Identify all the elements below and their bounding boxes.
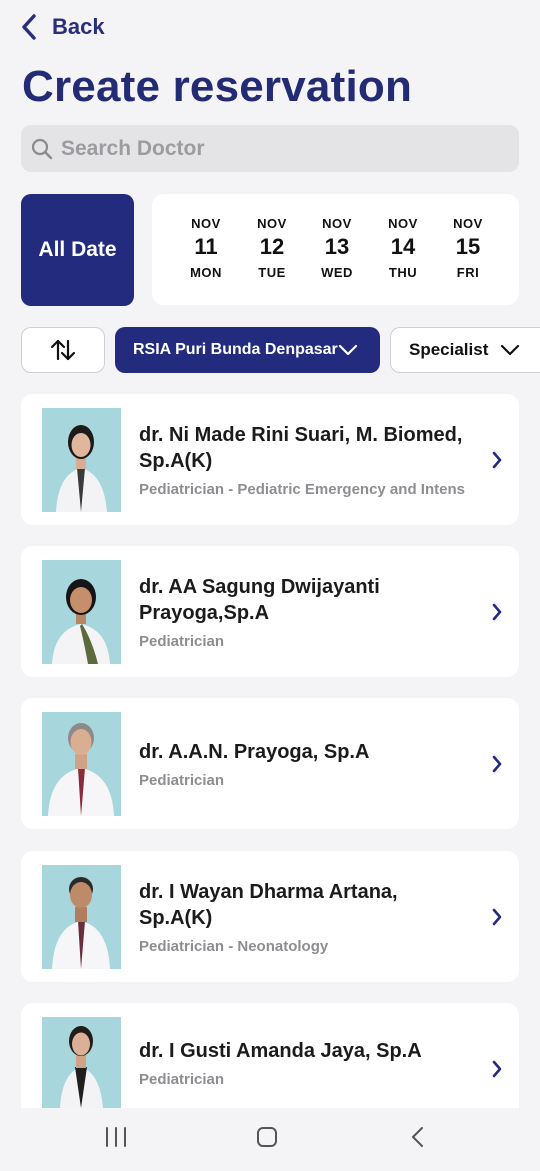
chevron-down-icon	[500, 344, 520, 356]
doctor-photo	[42, 865, 121, 969]
system-nav-bar	[0, 1108, 540, 1171]
chevron-right-icon	[492, 603, 502, 621]
doctor-card[interactable]: dr. I Gusti Amanda Jaya, Sp.A Pediatrici…	[21, 1003, 519, 1108]
doctor-name: dr. Ni Made Rini Suari, M. Biomed, Sp.A(…	[139, 423, 463, 472]
search-input[interactable]	[61, 136, 501, 161]
doctor-photo	[42, 712, 121, 816]
date-item-nov-15[interactable]: NOV 15 FRI	[438, 216, 498, 280]
chevron-right-icon	[492, 908, 502, 926]
date-weekday: TUE	[258, 265, 286, 280]
doctor-specialty: Pediatrician	[139, 1071, 225, 1088]
hospital-dropdown-label: RSIA Puri Bunda Denpasar	[133, 341, 338, 358]
date-month: NOV	[191, 216, 221, 231]
date-month: NOV	[388, 216, 418, 231]
doctor-name: dr. I Gusti Amanda Jaya, Sp.A	[139, 1040, 422, 1062]
sort-arrows-icon	[50, 339, 76, 361]
doctor-specialty: Pediatrician	[139, 771, 225, 789]
doctor-card[interactable]: dr. AA Sagung Dwijayanti Prayoga,Sp.A Pe…	[21, 546, 519, 677]
date-weekday: MON	[190, 265, 222, 280]
chevron-down-icon	[338, 344, 358, 356]
doctor-photo	[42, 1017, 121, 1108]
chevron-left-icon	[22, 14, 36, 40]
sort-button[interactable]	[21, 327, 105, 373]
chevron-right-icon	[492, 755, 502, 773]
hospital-dropdown[interactable]: RSIA Puri Bunda Denpasar	[115, 327, 380, 373]
chevron-right-icon	[492, 451, 502, 469]
date-item-nov-11[interactable]: NOV 11 MON	[176, 216, 236, 280]
all-date-label: All Date	[38, 238, 117, 261]
doctor-name: dr. AA Sagung Dwijayanti Prayoga,Sp.A	[139, 575, 380, 624]
doctor-card[interactable]: dr. A.A.N. Prayoga, Sp.A Pediatrician	[21, 698, 519, 829]
doctor-card[interactable]: dr. I Wayan Dharma Artana, Sp.A(K) Pedia…	[21, 851, 519, 982]
chevron-right-icon	[492, 1060, 502, 1078]
back-label: Back	[52, 14, 105, 39]
date-weekday: WED	[321, 265, 353, 280]
date-item-nov-13[interactable]: NOV 13 WED	[307, 216, 367, 280]
doctor-specialty: Pediatrician	[139, 632, 225, 650]
specialist-dropdown-label: Specialist	[409, 340, 489, 359]
doctor-specialty: Pediatrician - Neonatology	[139, 937, 329, 955]
date-month: NOV	[257, 216, 287, 231]
date-weekday: FRI	[456, 265, 480, 280]
date-item-nov-14[interactable]: NOV 14 THU	[373, 216, 433, 280]
date-item-nov-12[interactable]: NOV 12 TUE	[242, 216, 302, 280]
doctor-photo	[42, 560, 121, 664]
specialist-dropdown[interactable]: Specialist	[390, 327, 540, 373]
date-day: 11	[194, 234, 218, 259]
date-day: 13	[324, 234, 350, 259]
page-title: Create reservation	[22, 62, 413, 111]
date-strip: NOV 11 MON NOV 12 TUE NOV 13 WED NOV 14 …	[152, 194, 519, 305]
doctor-card[interactable]: dr. Ni Made Rini Suari, M. Biomed, Sp.A(…	[21, 394, 519, 525]
doctor-name: dr. A.A.N. Prayoga, Sp.A	[139, 740, 370, 763]
date-month: NOV	[453, 216, 483, 231]
back-nav-icon[interactable]	[410, 1126, 426, 1148]
date-day: 12	[259, 234, 285, 259]
search-bar[interactable]	[21, 125, 519, 172]
back-button[interactable]: Back	[20, 12, 105, 42]
date-day: 14	[390, 234, 416, 259]
doctor-specialty: Pediatrician - Pediatric Emergency and I…	[139, 480, 465, 498]
search-icon	[31, 138, 53, 159]
doctor-photo	[42, 408, 121, 512]
all-date-button[interactable]: All Date	[21, 194, 134, 306]
doctor-name: dr. I Wayan Dharma Artana, Sp.A(K)	[139, 880, 398, 929]
date-weekday: THU	[388, 265, 418, 280]
date-month: NOV	[322, 216, 352, 231]
recent-apps-icon[interactable]	[104, 1126, 128, 1148]
date-day: 15	[455, 234, 481, 259]
home-icon[interactable]	[256, 1126, 278, 1148]
